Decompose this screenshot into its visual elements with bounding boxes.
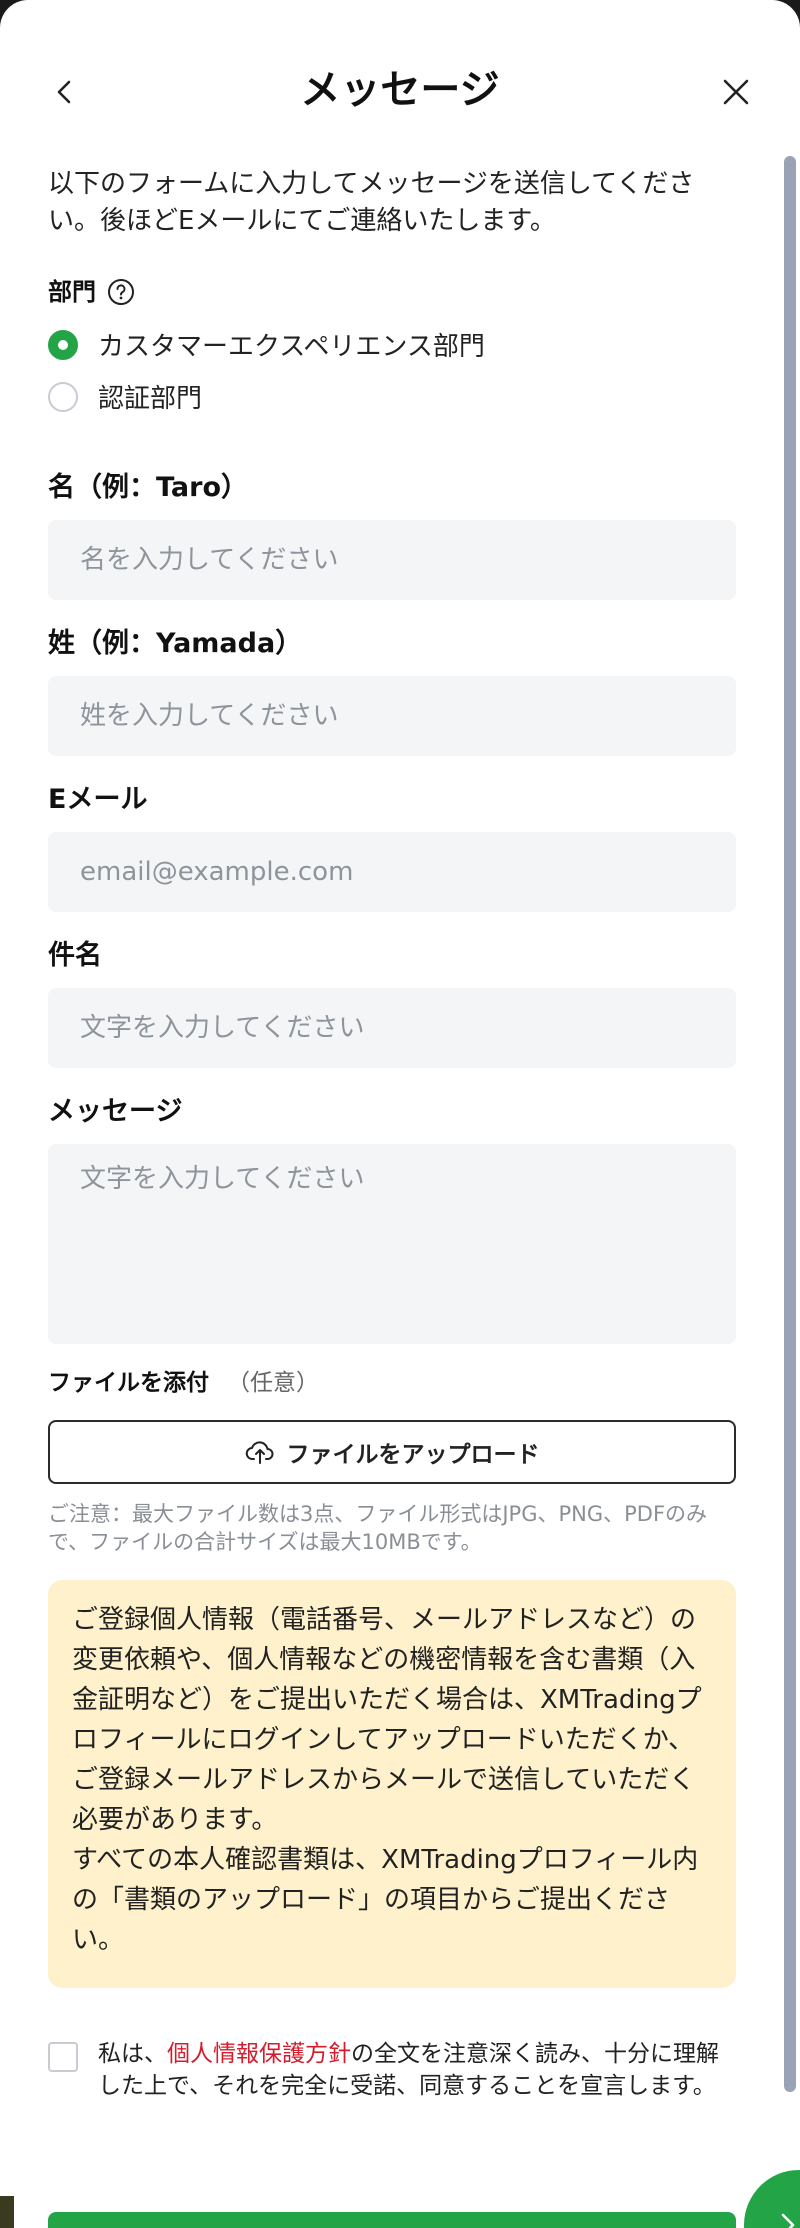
close-button[interactable] <box>716 72 756 112</box>
attachment-label-text: ファイルを添付 <box>48 1370 209 1396</box>
message-textarea[interactable] <box>48 1144 736 1344</box>
notice-paragraph-2: すべての本人確認書類は、XMTradingプロフィール内の「書類のアップロード」… <box>72 1845 699 1955</box>
radio-label: カスタマーエクスペリエンス部門 <box>98 332 485 362</box>
first-name-input[interactable] <box>48 520 736 600</box>
notice-box: ご登録個人情報（電話番号、メールアドレスなど）の変更依頼や、個人情報などの機密情… <box>48 1580 736 1988</box>
attachment-note: ご注意：最大ファイル数は3点、ファイル形式はJPG、PNG、PDFのみで、ファイ… <box>48 1502 708 1554</box>
department-label: 部門 <box>48 274 136 310</box>
subject-label: 件名 <box>48 940 102 971</box>
radio-button[interactable] <box>48 381 78 412</box>
consent-text: 私は、個人情報保護方針の全文を注意深く読み、十分に理解した上で、それを完全に受諾… <box>98 2038 736 2102</box>
cloud-upload-icon <box>245 1441 273 1464</box>
message-label: メッセージ <box>48 1096 183 1127</box>
attachment-optional: （任意） <box>227 1370 319 1396</box>
attachment-label: ファイルを添付 （任意） <box>48 1366 319 1400</box>
close-icon <box>723 79 749 105</box>
form-content: 以下のフォームに入力してメッセージを送信してください。後ほどEメールにてご連絡い… <box>48 166 736 2099</box>
chevron-right-icon <box>781 2213 795 2228</box>
subject-input[interactable] <box>48 988 736 1068</box>
scrollbar-thumb[interactable] <box>784 156 796 2092</box>
page-title: メッセージ <box>300 67 500 113</box>
consent-prefix: 私は、 <box>98 2041 167 2067</box>
consent-row: 私は、個人情報保護方針の全文を注意深く読み、十分に理解した上で、それを完全に受諾… <box>48 2038 736 2102</box>
question-circle-icon[interactable] <box>106 277 136 307</box>
notice-paragraph-1: ご登録個人情報（電話番号、メールアドレスなど）の変更依頼や、個人情報などの機密情… <box>72 1605 702 1835</box>
email-input[interactable] <box>48 832 736 912</box>
form-header: メッセージ <box>0 0 800 180</box>
intro-text: 以下のフォームに入力してメッセージを送信してください。後ほどEメールにてご連絡い… <box>48 169 695 236</box>
scrollbar[interactable] <box>784 150 796 2100</box>
radio-verification[interactable]: 認証部門 <box>48 378 202 415</box>
consent-checkbox[interactable] <box>48 2042 78 2072</box>
email-label: Eメール <box>48 784 148 815</box>
department-label-text: 部門 <box>48 278 96 306</box>
upload-file-button-label: ファイルをアップロード <box>286 1442 540 1468</box>
background-edge <box>0 2196 14 2228</box>
radio-button-selected[interactable] <box>48 329 78 360</box>
last-name-input[interactable] <box>48 676 736 756</box>
upload-file-button[interactable]: ファイルをアップロード <box>48 1420 736 1484</box>
last-name-label: 姓（例：Yamada） <box>48 628 303 659</box>
radio-label: 認証部門 <box>98 384 203 414</box>
privacy-policy-link[interactable]: 個人情報保護方針 <box>167 2041 351 2067</box>
message-form-panel: メッセージ 以下のフォームに入力してメッセージを送信してください。後ほどEメール… <box>0 0 800 2228</box>
radio-customer-experience[interactable]: カスタマーエクスペリエンス部門 <box>48 326 485 363</box>
first-name-label: 名（例：Taro） <box>48 472 249 503</box>
submit-button[interactable] <box>48 2212 736 2228</box>
floating-action-button[interactable] <box>744 2170 800 2228</box>
